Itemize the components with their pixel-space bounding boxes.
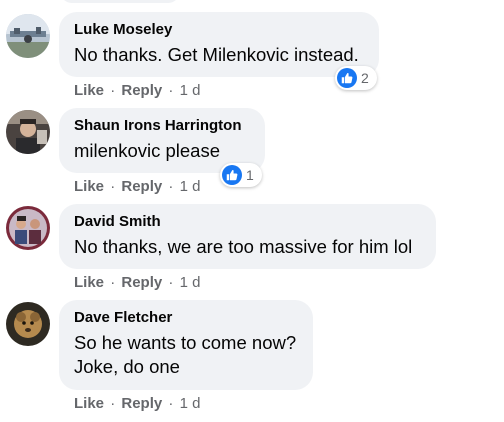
comment-author[interactable]: Luke Moseley (74, 21, 363, 39)
avatar[interactable] (6, 110, 50, 154)
comment-bubble: David Smith No thanks, we are too massiv… (59, 204, 436, 269)
reaction-count: 1 (246, 167, 254, 183)
reply-link[interactable]: Reply (121, 395, 162, 412)
comment-timestamp[interactable]: 1 d (180, 82, 201, 99)
separator-dot: · (110, 395, 116, 412)
avatar[interactable] (6, 14, 50, 58)
comment-text: Joke, do one (74, 356, 180, 377)
comment-timestamp[interactable]: 1 d (180, 274, 201, 291)
separator-dot: · (110, 178, 116, 195)
thumbs-up-icon (337, 68, 357, 88)
separator-dot: · (168, 395, 174, 412)
comment-actions: Like · Reply · 1 d (74, 178, 200, 196)
comment-timestamp[interactable]: 1 d (180, 395, 201, 412)
comment-timestamp[interactable]: 1 d (180, 178, 201, 195)
separator-dot: · (168, 82, 174, 99)
like-link[interactable]: Like (74, 178, 104, 195)
reaction-count: 2 (361, 70, 369, 86)
previous-comment-fragment (60, 0, 180, 3)
like-link[interactable]: Like (74, 82, 104, 99)
avatar[interactable] (6, 302, 50, 346)
comment-author[interactable]: Shaun Irons Harrington (74, 117, 249, 135)
like-link[interactable]: Like (74, 274, 104, 291)
separator-dot: · (110, 82, 116, 99)
reply-link[interactable]: Reply (121, 82, 162, 99)
thumbs-up-icon (222, 165, 242, 185)
comment-actions: Like · Reply · 1 d (74, 82, 200, 100)
comment-text: No thanks, we are too massive for him lo… (74, 236, 413, 257)
comment-author[interactable]: David Smith (74, 213, 420, 231)
comment-actions: Like · Reply · 1 d (74, 395, 200, 413)
separator-dot: · (110, 274, 116, 291)
reply-link[interactable]: Reply (121, 178, 162, 195)
comment-author[interactable]: Dave Fletcher (74, 309, 297, 327)
separator-dot: · (168, 178, 174, 195)
separator-dot: · (168, 274, 174, 291)
comment-text: milenkovic please (74, 140, 221, 161)
comments-thread: Luke Moseley No thanks. Get Milenkovic i… (0, 0, 504, 422)
comment-bubble: Dave Fletcher So he wants to come now? J… (59, 300, 313, 390)
reaction-summary[interactable]: 1 (220, 163, 262, 187)
comment-actions: Like · Reply · 1 d (74, 274, 200, 292)
reaction-summary[interactable]: 2 (335, 66, 377, 90)
comment-bubble: Luke Moseley No thanks. Get Milenkovic i… (59, 12, 379, 77)
comment-text: So he wants to come now? (74, 332, 297, 353)
avatar[interactable] (6, 206, 50, 250)
reply-link[interactable]: Reply (121, 274, 162, 291)
comment-text: No thanks. Get Milenkovic instead. (74, 44, 359, 65)
like-link[interactable]: Like (74, 395, 104, 412)
